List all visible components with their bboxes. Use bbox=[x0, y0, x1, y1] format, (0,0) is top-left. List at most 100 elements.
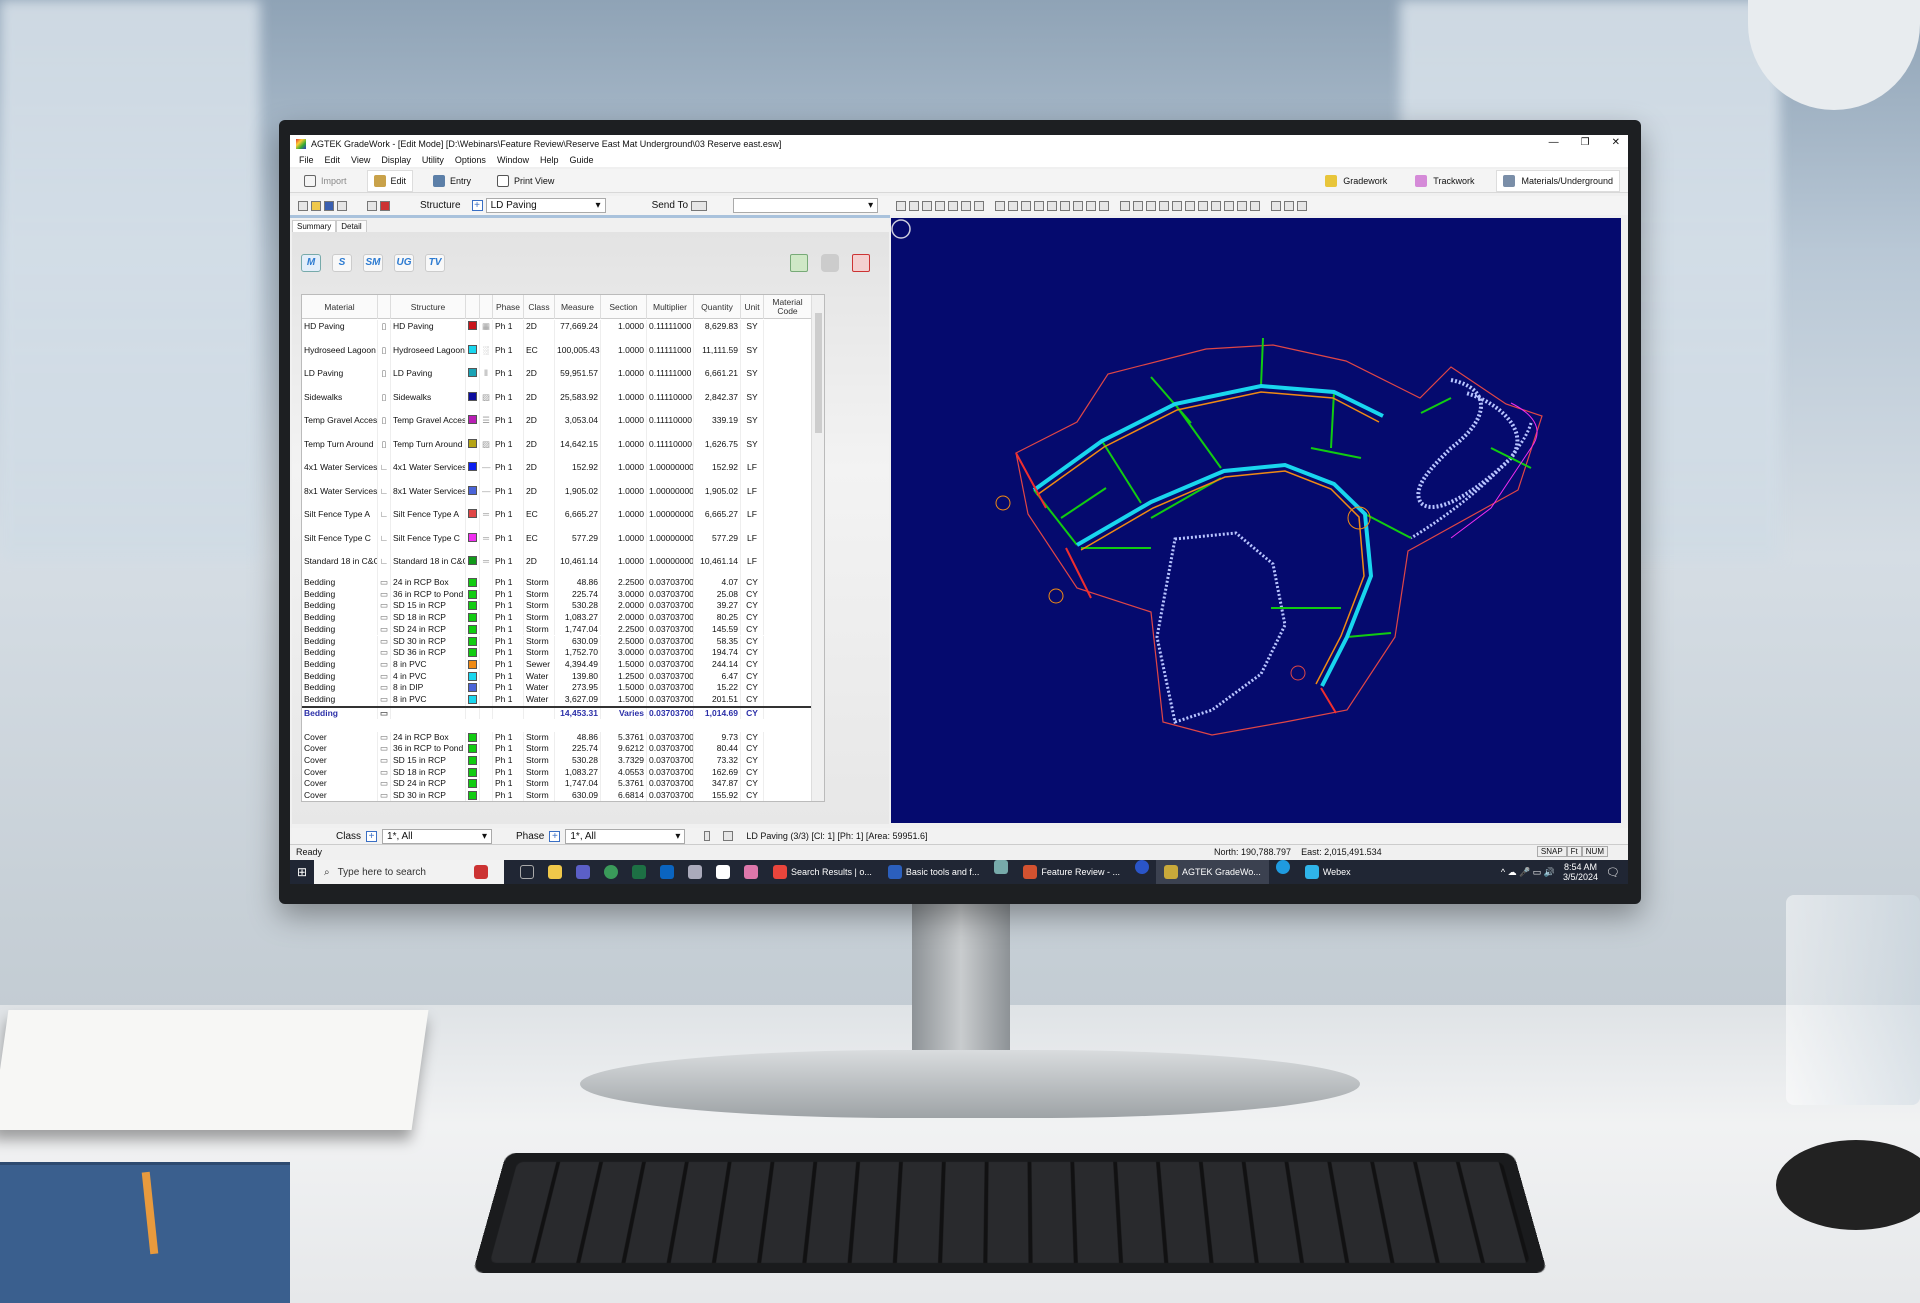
phase-dropdown[interactable]: 1*, All ▾ bbox=[565, 828, 686, 844]
table-row[interactable]: Cover ▭ SD 15 in RCP Ph 1 Storm 530.28 3.7329 0… bbox=[302, 755, 812, 767]
column-header[interactable]: Class bbox=[524, 295, 555, 319]
add-phase-button[interactable]: + bbox=[549, 830, 561, 842]
browser-icon[interactable] bbox=[604, 865, 618, 879]
structures-report-button[interactable]: S bbox=[332, 254, 352, 272]
color-swatch[interactable] bbox=[468, 767, 477, 777]
table-row[interactable]: LD Paving ▯ LD Paving ⦀ Ph 1 2D 59,951.57 1.000… bbox=[302, 367, 812, 391]
column-header[interactable]: Section bbox=[601, 295, 647, 319]
pinned-app-icon[interactable] bbox=[474, 865, 488, 879]
table-row[interactable]: HD Paving ▯ HD Paving ▦ Ph 1 2D 77,669.24 1.000… bbox=[302, 320, 812, 344]
table-row[interactable]: Bedding ▭ SD 18 in RCP Ph 1 Storm 1,083.27 2.0… bbox=[302, 612, 812, 624]
paint-icon[interactable] bbox=[744, 865, 758, 879]
notepad-icon[interactable] bbox=[716, 865, 730, 879]
table-row[interactable]: Bedding ▭ SD 15 in RCP Ph 1 Storm 530.28 2.000… bbox=[302, 600, 812, 613]
column-header[interactable] bbox=[378, 295, 391, 319]
teams-icon[interactable] bbox=[576, 865, 590, 879]
table-row[interactable]: Silt Fence Type C ∟ Silt Fence Type C ═ Ph 1… bbox=[302, 531, 812, 555]
color-swatch[interactable] bbox=[468, 368, 477, 377]
view-tool-icon[interactable] bbox=[896, 200, 907, 211]
table-row[interactable]: Cover ▭ SD 30 in RCP Ph 1 Storm 630.09 6.6814 0… bbox=[302, 790, 812, 801]
outlook-icon[interactable] bbox=[660, 865, 674, 879]
color-swatch[interactable] bbox=[468, 779, 477, 789]
windows-start-icon[interactable]: ⊞ bbox=[290, 865, 314, 879]
view-tool-icon[interactable] bbox=[1297, 200, 1308, 211]
taskbar-app[interactable]: Search Results | o... bbox=[765, 860, 880, 884]
underground-report-button[interactable]: UG bbox=[394, 254, 414, 272]
color-swatch[interactable] bbox=[468, 415, 477, 424]
table-row[interactable]: Bedding ▭ 14,453.31 Varies 0.03703700 1,014.6… bbox=[302, 707, 812, 720]
app-icon[interactable] bbox=[994, 860, 1009, 874]
table-row[interactable]: Cover ▭ SD 18 in RCP Ph 1 Storm 1,083.27 4.055… bbox=[302, 766, 812, 779]
color-swatch[interactable] bbox=[468, 321, 477, 330]
tray-icons[interactable]: ^ ☁ 🎤 ▭ 🔊 bbox=[1501, 867, 1555, 878]
class-dropdown[interactable]: 1*, All ▾ bbox=[382, 828, 493, 844]
area-icon[interactable] bbox=[723, 831, 734, 841]
color-swatch[interactable] bbox=[468, 532, 477, 542]
mode-gradework[interactable]: Gradework bbox=[1319, 170, 1393, 192]
color-swatch[interactable] bbox=[468, 636, 477, 646]
entry-button[interactable]: Entry bbox=[427, 170, 477, 192]
edit-button[interactable]: Edit bbox=[366, 169, 414, 192]
tab-detail[interactable]: Detail bbox=[336, 220, 367, 232]
table-row[interactable]: Cover ▭ 24 in RCP Box Ph 1 Storm 48.86 5.3761 0… bbox=[302, 731, 812, 744]
taskbar-app[interactable]: Webex bbox=[1297, 860, 1359, 884]
column-header[interactable]: Material Code bbox=[764, 295, 812, 319]
mode-trackwork[interactable]: Trackwork bbox=[1409, 170, 1480, 192]
tab-summary[interactable]: Summary bbox=[292, 220, 337, 232]
table-scrollbar[interactable] bbox=[811, 295, 824, 801]
view-tool-icon[interactable] bbox=[1146, 200, 1157, 211]
view-tool-icon[interactable] bbox=[1250, 200, 1261, 211]
view-tool-icon[interactable] bbox=[974, 200, 985, 211]
menu-utility[interactable]: Utility bbox=[422, 155, 444, 165]
view-tool-icon[interactable] bbox=[1021, 200, 1032, 211]
notifications-icon[interactable]: 🗨 bbox=[1606, 866, 1620, 879]
table-row[interactable]: Bedding ▭ 8 in DIP Ph 1 Water 273.95 1.5000 0.0… bbox=[302, 682, 812, 694]
column-header[interactable] bbox=[466, 295, 480, 319]
table-row[interactable]: Temp Turn Around ▯ Temp Turn Around ▨ Ph 1 2D… bbox=[302, 437, 812, 461]
color-swatch[interactable] bbox=[468, 659, 477, 669]
table-row[interactable]: Hydroseed Lagoon S ▯ Hydroseed Lagoon S ░ Ph… bbox=[302, 343, 812, 367]
table-row[interactable]: 8x1 Water Services ∟ 8x1 Water Services — Ph… bbox=[302, 484, 812, 508]
column-header[interactable]: Unit bbox=[741, 295, 764, 319]
color-swatch[interactable] bbox=[468, 601, 477, 611]
taskbar-app[interactable]: AGTEK GradeWo... bbox=[1155, 860, 1269, 884]
view-tool-icon[interactable] bbox=[1060, 200, 1071, 211]
view-tool-icon[interactable] bbox=[1211, 200, 1222, 211]
plan-view-canvas[interactable] bbox=[891, 218, 1621, 823]
table-row[interactable]: Standard 18 in C&G ∟ Standard 18 in C&G ═ Ph… bbox=[302, 555, 812, 579]
color-swatch[interactable] bbox=[468, 744, 477, 754]
column-header[interactable]: Multiplier bbox=[647, 295, 694, 319]
open-icon[interactable] bbox=[311, 200, 321, 211]
table-row[interactable]: Bedding ▭ SD 36 in RCP Ph 1 Storm 1,752.70 3.0… bbox=[302, 647, 812, 659]
view-tool-icon[interactable] bbox=[935, 200, 946, 211]
view-tool-icon[interactable] bbox=[948, 200, 959, 211]
materials-report-button[interactable]: M bbox=[301, 254, 321, 272]
add-class-button[interactable]: + bbox=[366, 830, 378, 842]
exit-report-icon[interactable] bbox=[852, 254, 870, 272]
selection-icon[interactable] bbox=[704, 831, 711, 841]
minimize-button[interactable]: — bbox=[1549, 137, 1559, 148]
table-row[interactable]: Cover ▭ SD 24 in RCP Ph 1 Storm 1,747.04 5.376… bbox=[302, 778, 812, 791]
table-row[interactable]: Silt Fence Type A ∟ Silt Fence Type A ═ Ph 1… bbox=[302, 508, 812, 532]
menu-help[interactable]: Help bbox=[540, 155, 559, 165]
color-swatch[interactable] bbox=[468, 391, 477, 401]
view-tool-icon[interactable] bbox=[1133, 200, 1144, 211]
view-tool-icon[interactable] bbox=[1224, 200, 1235, 211]
color-swatch[interactable] bbox=[468, 344, 477, 354]
color-swatch[interactable] bbox=[468, 732, 477, 742]
import-button[interactable]: Import bbox=[298, 170, 353, 192]
calculator-icon[interactable] bbox=[688, 865, 702, 879]
view-tool-icon[interactable] bbox=[1284, 200, 1295, 211]
color-swatch[interactable] bbox=[468, 791, 477, 801]
menu-file[interactable]: File bbox=[299, 155, 314, 165]
table-row[interactable]: Bedding ▭ 8 in PVC Ph 1 Water 3,627.09 1.5000 0… bbox=[302, 694, 812, 706]
view-tool-icon[interactable] bbox=[1086, 200, 1097, 211]
view-tool-icon[interactable] bbox=[922, 200, 933, 211]
close-button[interactable]: ✕ bbox=[1612, 137, 1620, 148]
view-tool-icon[interactable] bbox=[1099, 200, 1110, 211]
table-row[interactable]: Bedding ▭ SD 24 in RCP Ph 1 Storm 1,747.04 2.2… bbox=[302, 623, 812, 636]
table-row[interactable]: Bedding ▭ 24 in RCP Box Ph 1 Storm 48.86 2.250… bbox=[302, 577, 812, 589]
send-to-dropdown[interactable]: ▾ bbox=[733, 198, 879, 213]
view-tool-icon[interactable] bbox=[1073, 200, 1084, 211]
column-header[interactable]: Structure bbox=[391, 295, 466, 319]
